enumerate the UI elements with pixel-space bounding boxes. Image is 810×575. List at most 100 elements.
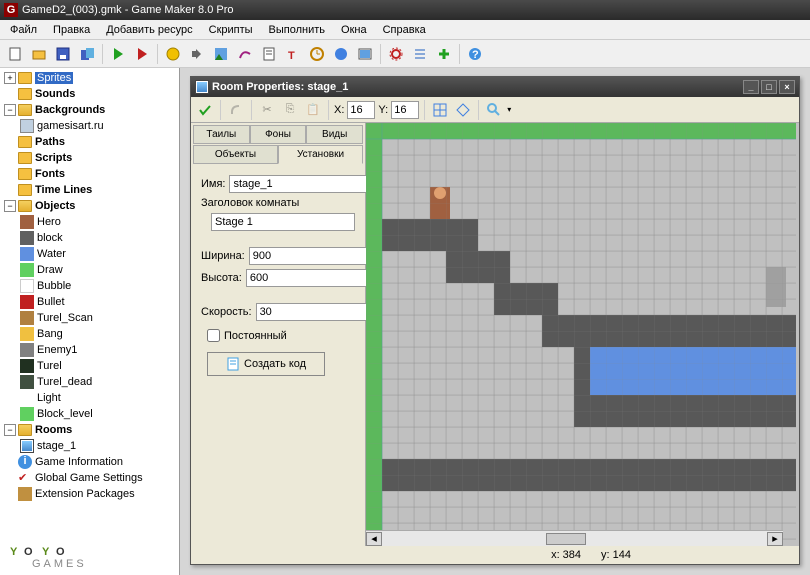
- tree-backgrounds[interactable]: −Backgrounds: [2, 102, 177, 118]
- sound-button[interactable]: [186, 43, 208, 65]
- obj-bang[interactable]: Bang: [2, 326, 177, 342]
- tree-globalsettings[interactable]: ✔Global Game Settings: [2, 470, 177, 486]
- run-button[interactable]: [107, 43, 129, 65]
- menu-help[interactable]: Справка: [375, 22, 434, 38]
- script-button[interactable]: [258, 43, 280, 65]
- room-stage1[interactable]: stage_1: [2, 438, 177, 454]
- tree-timelines[interactable]: Time Lines: [2, 182, 177, 198]
- tab-views[interactable]: Виды: [306, 125, 363, 144]
- status-x: x: 384: [551, 549, 581, 561]
- help-button[interactable]: ?: [464, 43, 486, 65]
- tree-fonts[interactable]: Fonts: [2, 166, 177, 182]
- svg-text:O: O: [24, 546, 33, 558]
- app-icon: G: [4, 3, 18, 17]
- svg-text:?: ?: [472, 49, 479, 61]
- menubar: Файл Правка Добавить ресурс Скрипты Выпо…: [0, 20, 810, 40]
- debug-button[interactable]: [131, 43, 153, 65]
- snap-x-input[interactable]: [347, 101, 375, 119]
- obj-bullet[interactable]: Bullet: [2, 294, 177, 310]
- persistent-label: Постоянный: [224, 330, 287, 342]
- name-input[interactable]: [229, 175, 379, 193]
- save-button[interactable]: [52, 43, 74, 65]
- main-toolbar: T ?: [0, 40, 810, 68]
- obj-blocklevel[interactable]: Block_level: [2, 406, 177, 422]
- maximize-button[interactable]: □: [761, 80, 777, 94]
- add-button[interactable]: [433, 43, 455, 65]
- cut-button[interactable]: ✂: [257, 100, 277, 120]
- tree-sprites[interactable]: +Sprites: [2, 70, 177, 86]
- settings-button[interactable]: [385, 43, 407, 65]
- room-button[interactable]: [354, 43, 376, 65]
- room-canvas[interactable]: /* grid drawn via pattern */ ◂: [366, 123, 799, 546]
- tree-gameinfo[interactable]: iGame Information: [2, 454, 177, 470]
- create-code-button[interactable]: Создать код: [207, 352, 325, 376]
- sprite-button[interactable]: [162, 43, 184, 65]
- width-label: Ширина:: [201, 250, 245, 262]
- background-button[interactable]: [210, 43, 232, 65]
- editor-panel: Room Properties: stage_1 _ □ × ✂ ⎘ 📋 X: …: [180, 68, 810, 575]
- horizontal-scrollbar[interactable]: ◂ ▸: [366, 530, 783, 546]
- menu-edit[interactable]: Правка: [45, 22, 98, 38]
- grid-toggle-button[interactable]: [430, 100, 450, 120]
- zoom-button[interactable]: [484, 100, 504, 120]
- tree-paths[interactable]: Paths: [2, 134, 177, 150]
- paste-button[interactable]: 📋: [303, 100, 323, 120]
- font-button[interactable]: T: [282, 43, 304, 65]
- obj-enemy1[interactable]: Enemy1: [2, 342, 177, 358]
- obj-turelscan[interactable]: Turel_Scan: [2, 310, 177, 326]
- timeline-button[interactable]: [306, 43, 328, 65]
- tab-backgrounds[interactable]: Фоны: [250, 125, 307, 144]
- checklist-button[interactable]: [409, 43, 431, 65]
- export-button[interactable]: [76, 43, 98, 65]
- subwindow-title: Room Properties: stage_1: [212, 81, 348, 93]
- path-button[interactable]: [234, 43, 256, 65]
- height-label: Высота:: [201, 272, 242, 284]
- menu-file[interactable]: Файл: [2, 22, 45, 38]
- scroll-thumb[interactable]: [546, 533, 586, 545]
- tab-tiles[interactable]: Таилы: [193, 125, 250, 144]
- obj-water[interactable]: Water: [2, 246, 177, 262]
- tree-scripts[interactable]: Scripts: [2, 150, 177, 166]
- room-grid[interactable]: /* grid drawn via pattern */: [366, 123, 796, 546]
- svg-text:O: O: [56, 546, 65, 558]
- obj-hero[interactable]: Hero: [2, 214, 177, 230]
- tree-rooms[interactable]: −Rooms: [2, 422, 177, 438]
- zoom-dropdown[interactable]: ▾: [507, 105, 511, 114]
- status-y: y: 144: [601, 549, 631, 561]
- subwindow-titlebar[interactable]: Room Properties: stage_1 _ □ ×: [191, 77, 799, 97]
- tree-bg-item[interactable]: gamesisart.ru: [2, 118, 177, 134]
- room-properties-window: Room Properties: stage_1 _ □ × ✂ ⎘ 📋 X: …: [190, 76, 800, 565]
- resource-tree[interactable]: +Sprites Sounds −Backgrounds gamesisart.…: [0, 68, 180, 575]
- obj-light[interactable]: Light: [2, 390, 177, 406]
- tree-extensions[interactable]: Extension Packages: [2, 486, 177, 502]
- object-button[interactable]: [330, 43, 352, 65]
- close-button[interactable]: ×: [779, 80, 795, 94]
- grid-iso-button[interactable]: [453, 100, 473, 120]
- tab-objects[interactable]: Объекты: [193, 145, 278, 164]
- confirm-button[interactable]: [195, 100, 215, 120]
- persistent-checkbox[interactable]: [207, 329, 220, 342]
- tree-sounds[interactable]: Sounds: [2, 86, 177, 102]
- minimize-button[interactable]: _: [743, 80, 759, 94]
- obj-turel[interactable]: Turel: [2, 358, 177, 374]
- obj-block[interactable]: block: [2, 230, 177, 246]
- tab-settings[interactable]: Установки: [278, 145, 363, 164]
- menu-scripts[interactable]: Скрипты: [201, 22, 261, 38]
- obj-draw[interactable]: Draw: [2, 262, 177, 278]
- tree-objects[interactable]: −Objects: [2, 198, 177, 214]
- properties-panel: Таилы Фоны Виды Объекты Установки Имя: З…: [191, 123, 366, 546]
- scroll-left-button[interactable]: ◂: [366, 532, 382, 546]
- undo-button[interactable]: [226, 100, 246, 120]
- obj-tureldead[interactable]: Turel_dead: [2, 374, 177, 390]
- menu-run[interactable]: Выполнить: [261, 22, 333, 38]
- menu-windows[interactable]: Окна: [333, 22, 375, 38]
- caption-input[interactable]: [211, 213, 355, 231]
- new-button[interactable]: [4, 43, 26, 65]
- snap-y-input[interactable]: [391, 101, 419, 119]
- copy-button[interactable]: ⎘: [280, 100, 300, 120]
- scroll-right-button[interactable]: ▸: [767, 532, 783, 546]
- obj-bubble[interactable]: Bubble: [2, 278, 177, 294]
- menu-add-resource[interactable]: Добавить ресурс: [98, 22, 200, 38]
- yoyo-logo: YOYOGAMES: [10, 535, 160, 569]
- open-button[interactable]: [28, 43, 50, 65]
